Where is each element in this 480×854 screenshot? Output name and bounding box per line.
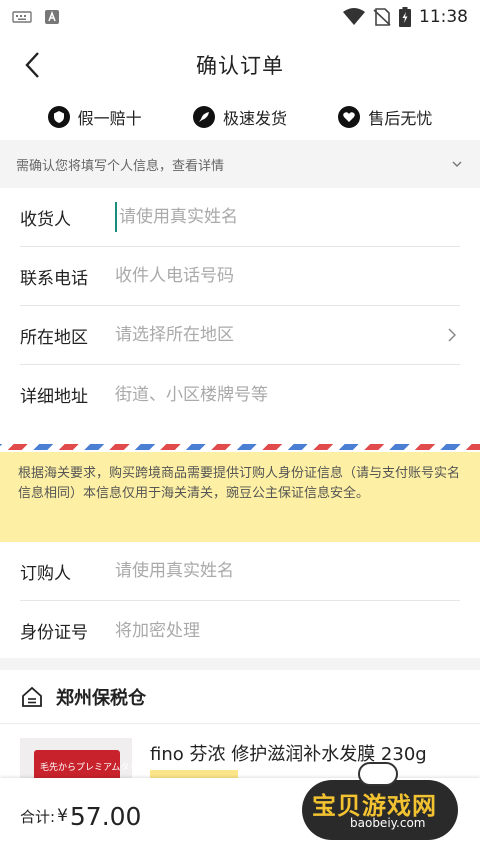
guarantee-fast-shipping: 极速发货 — [192, 105, 287, 129]
product-image-text: 毛先からプレミアムタッチ — [40, 763, 132, 773]
guarantee-after-sales: 售后无忧 — [338, 105, 432, 129]
page-title: 确认订单 — [196, 54, 284, 78]
back-button[interactable] — [16, 48, 48, 82]
address-label: 详细地址 — [20, 387, 88, 407]
recipient-label: 收货人 — [20, 209, 71, 230]
total-currency: ¥ — [57, 806, 68, 826]
house-icon — [22, 686, 42, 707]
guarantee-label: 售后无忧 — [368, 109, 433, 128]
no-sim-icon — [373, 8, 391, 26]
status-bar: 11:38 — [0, 0, 480, 34]
guarantee-strip: 假一赔十 极速发货 售后无忧 — [0, 96, 480, 138]
heart-icon — [338, 106, 361, 128]
id-card-input[interactable] — [115, 615, 460, 646]
buyer-name-label: 订购人 — [20, 563, 71, 584]
region-select[interactable] — [115, 320, 444, 350]
keyboard-icon — [12, 11, 32, 23]
guarantee-authentic: 假一赔十 — [47, 105, 142, 129]
phone-row: 联系电话 — [20, 247, 460, 306]
app-a-icon — [45, 10, 59, 24]
gamepad-icon — [358, 762, 398, 786]
shield-icon — [47, 106, 70, 128]
address-row: 详细地址 — [20, 365, 460, 424]
id-card-label: 身份证号 — [20, 623, 88, 643]
total-label: 合计: — [20, 807, 56, 826]
phone-input[interactable] — [115, 261, 460, 291]
warehouse-name: 郑州保税仓 — [56, 687, 146, 709]
section-divider — [0, 658, 480, 670]
buyer-name-row: 订购人 — [20, 542, 460, 601]
buyer-name-input[interactable] — [115, 556, 460, 586]
status-time: 11:38 — [419, 7, 468, 27]
address-input[interactable] — [115, 379, 460, 410]
watermark-url: baobeiy.com — [350, 816, 426, 830]
customs-notice: 根据海关要求，购买跨境商品需要提供订购人身份证信息（请与支付账号实名信息相同）本… — [0, 452, 480, 542]
id-card-row: 身份证号 — [20, 601, 460, 660]
guarantee-label: 极速发货 — [222, 109, 287, 128]
phone-label: 联系电话 — [20, 268, 88, 289]
battery-charging-icon — [399, 7, 411, 27]
product-tag — [150, 770, 238, 778]
privacy-notice-text: 需确认您将填写个人信息，查看详情 — [16, 158, 225, 174]
wifi-icon — [343, 8, 365, 25]
privacy-notice[interactable]: 需确认您将填写个人信息，查看详情 — [0, 140, 480, 188]
chevron-down-icon[interactable] — [450, 157, 464, 171]
product-image: 毛先からプレミアムタッチ — [20, 738, 132, 778]
region-row[interactable]: 所在地区 — [20, 306, 460, 365]
warehouse-header: 郑州保税仓 — [0, 670, 480, 724]
region-label: 所在地区 — [20, 327, 88, 348]
airmail-divider — [0, 444, 480, 450]
guarantee-label: 假一赔十 — [77, 109, 142, 128]
total-amount: 57.00 — [69, 801, 142, 831]
recipient-row: 收货人 — [20, 188, 460, 247]
recipient-input[interactable] — [115, 202, 460, 232]
chevron-left-icon — [25, 52, 39, 78]
chevron-right-icon — [444, 325, 460, 345]
nav-bar: 确认订单 — [0, 34, 480, 96]
watermark-logo: 宝贝游戏网 baobeiy.com — [298, 760, 460, 846]
rocket-icon — [192, 106, 215, 128]
